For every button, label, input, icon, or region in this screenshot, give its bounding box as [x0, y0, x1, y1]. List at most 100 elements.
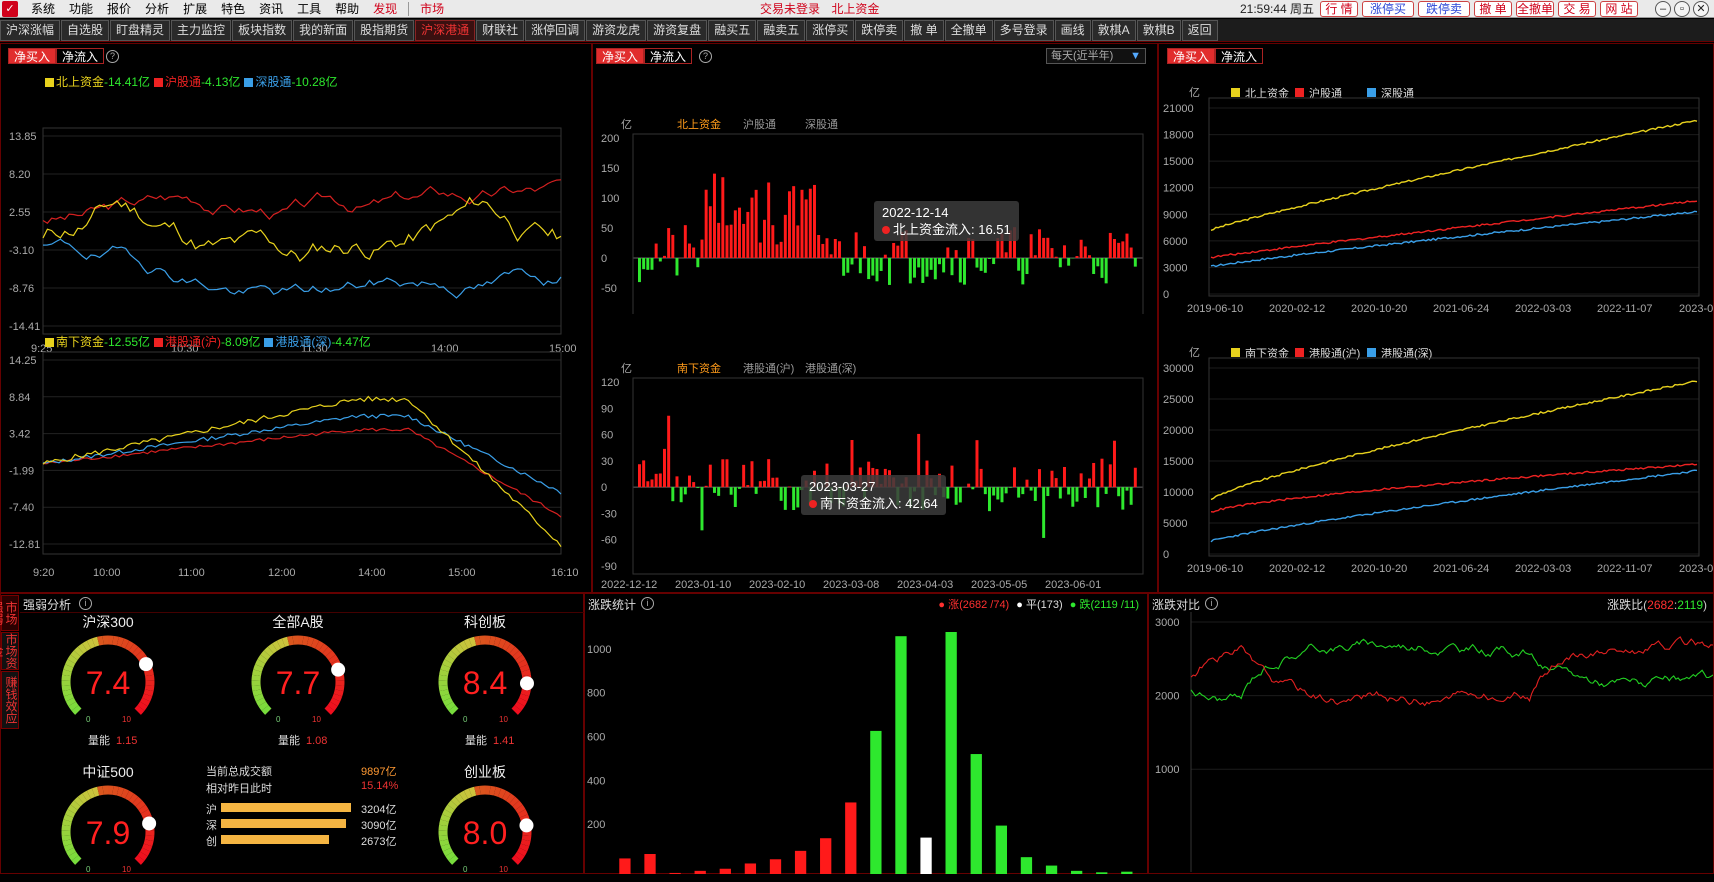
x-tick: 2023-03-08 — [823, 579, 879, 588]
menu-item[interactable]: 报价 — [100, 0, 138, 18]
toolbar-tab[interactable]: 板块指数 — [232, 20, 292, 41]
chart-tab[interactable]: 沪股通 — [743, 117, 776, 131]
minimize-icon[interactable]: – — [1655, 1, 1671, 17]
menu-item[interactable]: 扩展 — [176, 0, 214, 18]
flow-bar — [1046, 487, 1049, 496]
y-tick: 12000 — [1163, 183, 1194, 195]
toolbar-tab[interactable]: 画线 — [1055, 20, 1091, 41]
close-icon[interactable]: ✕ — [1693, 1, 1709, 17]
chart-tab[interactable]: 深股通 — [805, 118, 838, 131]
net-buy-tab[interactable]: 净买入 — [596, 48, 644, 64]
legend-swatch — [1231, 88, 1240, 97]
toolbar-tab[interactable]: 跌停卖 — [855, 20, 903, 41]
toolbar-tab[interactable]: 游资龙虎 — [586, 20, 646, 41]
menu-find[interactable]: 发现 — [366, 0, 404, 18]
toolbar-tab[interactable]: 游资复盘 — [647, 20, 707, 41]
net-buy-tab[interactable]: 净买入 — [8, 48, 56, 64]
period-select[interactable]: 每天(近半年) ▼ — [1046, 48, 1146, 64]
side-tab[interactable]: 赚钱效应 — [1, 671, 19, 729]
menu-item[interactable]: 功能 — [62, 0, 100, 18]
toolbar-tab[interactable]: 财联社 — [476, 20, 524, 41]
menu-item[interactable]: 帮助 — [328, 0, 366, 18]
help-icon[interactable]: i — [1205, 597, 1218, 610]
toolbar-tab[interactable]: 全撤单 — [945, 20, 993, 41]
toolbar-tab[interactable]: 敦棋B — [1137, 20, 1181, 41]
top-button[interactable]: 行 情 — [1320, 1, 1358, 17]
maximize-icon[interactable]: ▫ — [1674, 1, 1690, 17]
toolbar-tab[interactable]: 融卖五 — [757, 20, 805, 41]
top-button[interactable]: 跌停卖 — [1418, 1, 1470, 17]
menu-item[interactable]: 分析 — [138, 0, 176, 18]
menu-item[interactable]: 资讯 — [252, 0, 290, 18]
flow-bar — [663, 256, 666, 258]
toolbar-tab[interactable]: 涨停回调 — [525, 20, 585, 41]
chart-tab[interactable]: 北上资金 — [677, 117, 721, 131]
chart-tab[interactable]: 南下资金 — [677, 361, 721, 375]
chart-tab[interactable]: 港股通(深) — [805, 362, 856, 375]
menu-item[interactable]: 工具 — [290, 0, 328, 18]
toolbar-tab[interactable]: 主力监控 — [171, 20, 231, 41]
gauge-title: 创业板 — [425, 762, 545, 782]
gauge-arc — [148, 840, 149, 845]
y-tick: 120 — [601, 377, 619, 389]
toolbar-tab[interactable]: 融买五 — [708, 20, 756, 41]
flow-bar — [667, 228, 670, 258]
flow-bar — [659, 258, 662, 261]
x-tick: 2020-10-20 — [1351, 563, 1407, 575]
top-button[interactable]: 交 易 — [1558, 1, 1596, 17]
flow-bar — [730, 225, 733, 258]
menu-item[interactable]: 特色 — [214, 0, 252, 18]
toolbar-tab[interactable]: 自选股 — [61, 20, 109, 41]
turnover-market-label: 深 — [206, 817, 217, 833]
flow-bar — [680, 487, 683, 502]
toolbar-tab[interactable]: 盯盘精灵 — [110, 20, 170, 41]
y-tick: 5000 — [1163, 518, 1187, 530]
net-inflow-tab[interactable]: 净流入 — [644, 48, 692, 64]
x-tick: 2023-05-05 — [971, 579, 1027, 588]
top-button[interactable]: 网 站 — [1600, 1, 1638, 17]
toolbar-tab[interactable]: 我的新面 — [293, 20, 353, 41]
x-tick: 11:00 — [178, 567, 205, 579]
gauge-arc — [146, 845, 148, 850]
help-icon[interactable]: i — [79, 597, 92, 610]
flow-bar — [996, 487, 999, 499]
gauge-arc — [524, 666, 526, 671]
toolbar-tab[interactable]: 敦棋A — [1092, 20, 1136, 41]
compare-ratio: 涨跌比(2682:2119) — [1607, 596, 1707, 613]
legend-swatch — [1231, 348, 1240, 357]
login-status[interactable]: 交易未登录 — [760, 2, 820, 16]
toolbar-tab[interactable]: 股指期货 — [354, 20, 414, 41]
daily-north-tooltip: 2022-12-14 北上资金流入: 16.51 — [874, 201, 1019, 241]
toolbar-tab[interactable]: 沪深涨幅 — [0, 20, 60, 41]
chart-tab[interactable]: 港股通(沪) — [743, 361, 794, 375]
net-inflow-tab[interactable]: 净流入 — [56, 48, 104, 64]
help-icon[interactable]: i — [641, 597, 654, 610]
flow-bar — [859, 258, 862, 273]
side-tab[interactable]: 市场资金 — [1, 632, 19, 670]
gauge-arc — [444, 821, 445, 826]
plot-frame — [1209, 358, 1699, 556]
top-button[interactable]: 涨停买 — [1362, 1, 1414, 17]
gauge-arc — [462, 795, 466, 798]
toolbar-tab[interactable]: 沪深港通 — [415, 20, 475, 41]
net-buy-tab[interactable]: 净买入 — [1167, 48, 1215, 64]
toolbar-tab[interactable]: 撤 单 — [904, 20, 943, 41]
menu-item[interactable]: 系统 — [24, 0, 62, 18]
toolbar-tab[interactable]: 涨停买 — [806, 20, 854, 41]
gauge-max: 10 — [499, 715, 508, 724]
flow-bar — [963, 258, 966, 285]
toolbar-tab[interactable]: 多号登录 — [994, 20, 1054, 41]
flat-dot-icon: ● — [1016, 599, 1023, 611]
net-inflow-tab[interactable]: 净流入 — [1215, 48, 1263, 64]
gauge-arc — [271, 647, 275, 650]
top-button[interactable]: 撤 单 — [1474, 1, 1512, 17]
help-icon[interactable]: ? — [106, 50, 119, 63]
gauge-arc — [519, 807, 522, 811]
menu-market[interactable]: 市场 — [413, 0, 451, 18]
tooltip-value: 南下资金流入: 42.64 — [820, 496, 938, 511]
gauge-arc — [329, 653, 332, 657]
top-button[interactable]: 全撤单 — [1516, 1, 1554, 17]
side-tab[interactable]: 市场强弱 — [1, 595, 19, 631]
help-icon[interactable]: ? — [699, 50, 712, 63]
toolbar-tab[interactable]: 返回 — [1182, 20, 1218, 41]
